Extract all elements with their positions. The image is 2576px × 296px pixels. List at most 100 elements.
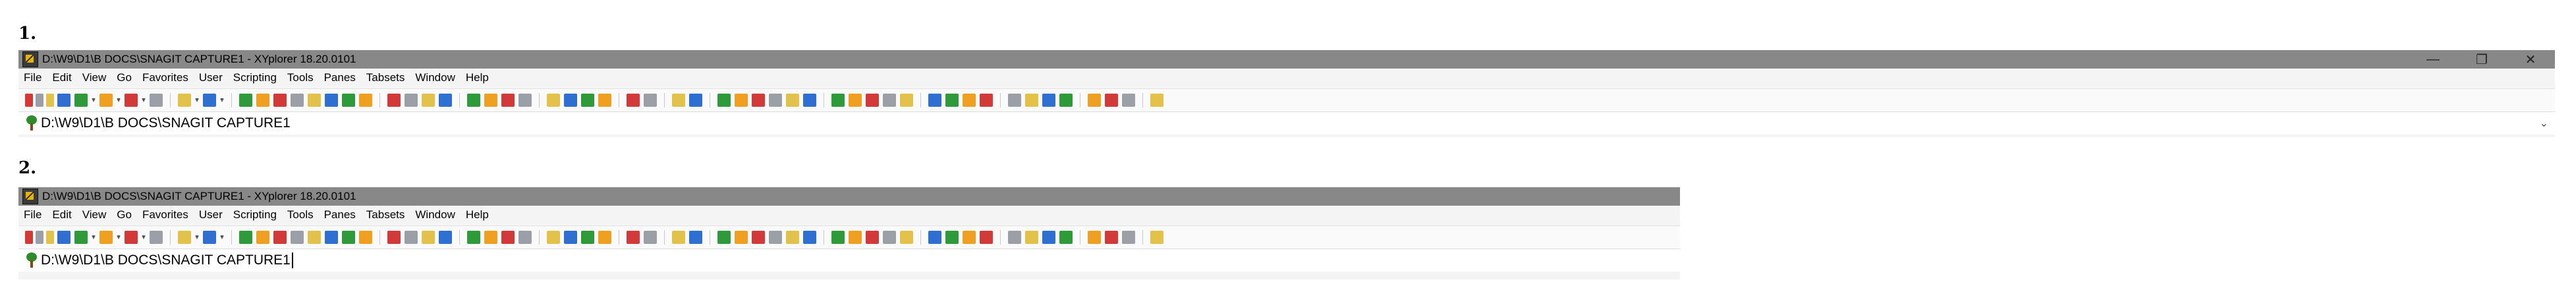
- search-icon[interactable]: [627, 94, 640, 107]
- title-bar[interactable]: D:\W9\D1\B DOCS\SNAGIT CAPTURE1 - XYplor…: [18, 187, 1680, 206]
- chevron-down-icon[interactable]: [117, 98, 121, 102]
- rename-icon[interactable]: [342, 94, 355, 107]
- menu-window[interactable]: Window: [410, 208, 460, 222]
- tag-icon[interactable]: [831, 231, 845, 244]
- thumbnails-icon[interactable]: [717, 94, 731, 107]
- monitor-icon[interactable]: [1025, 94, 1038, 107]
- menu-help[interactable]: Help: [461, 71, 494, 84]
- clipboard-icon[interactable]: [467, 231, 480, 244]
- menu-file[interactable]: File: [18, 208, 47, 222]
- menu-favorites[interactable]: Favorites: [137, 208, 194, 222]
- drive-c-icon[interactable]: [25, 231, 33, 244]
- dual-pane-icon[interactable]: [963, 94, 976, 107]
- info-a-icon[interactable]: [900, 231, 913, 244]
- menu-scripting[interactable]: Scripting: [228, 71, 282, 84]
- info-a-icon[interactable]: [900, 94, 913, 107]
- list-icon[interactable]: [501, 94, 515, 107]
- format-icon[interactable]: [803, 231, 816, 244]
- thumbnails-icon[interactable]: [717, 231, 731, 244]
- send-icon[interactable]: [849, 231, 862, 244]
- split-icon[interactable]: [980, 94, 993, 107]
- menu-window[interactable]: Window: [410, 71, 460, 84]
- move-icon[interactable]: [325, 231, 338, 244]
- copy-path-icon[interactable]: [239, 94, 252, 107]
- target-icon[interactable]: [291, 231, 304, 244]
- pane-list-icon[interactable]: [1008, 94, 1021, 107]
- menu-file[interactable]: File: [18, 71, 47, 84]
- xyplorer-app-icon[interactable]: [22, 51, 38, 67]
- target-icon[interactable]: [291, 94, 304, 107]
- move-icon[interactable]: [325, 94, 338, 107]
- chevron-down-icon[interactable]: [142, 235, 146, 239]
- pane-list-icon[interactable]: [1008, 231, 1021, 244]
- split-icon[interactable]: [980, 231, 993, 244]
- chevron-down-icon[interactable]: ⌄: [2540, 117, 2548, 130]
- info-b-icon[interactable]: [928, 94, 941, 107]
- delete-icon[interactable]: [359, 231, 372, 244]
- preview-icon[interactable]: [735, 94, 748, 107]
- layout-icon[interactable]: [1059, 231, 1073, 244]
- drive-h-icon[interactable]: [46, 231, 54, 244]
- rename-icon[interactable]: [342, 231, 355, 244]
- new-folder-icon[interactable]: [422, 231, 435, 244]
- forward-arrow-icon[interactable]: [99, 231, 113, 244]
- pyramid-icon[interactable]: [866, 231, 879, 244]
- chevron-down-icon[interactable]: [220, 235, 224, 239]
- info-b-icon[interactable]: [928, 231, 941, 244]
- menu-go[interactable]: Go: [111, 71, 137, 84]
- restore-button[interactable]: ❐: [2457, 50, 2506, 69]
- list-icon[interactable]: [501, 231, 515, 244]
- image-icon[interactable]: [752, 94, 765, 107]
- filter-icon[interactable]: [689, 231, 702, 244]
- menu-tools[interactable]: Tools: [282, 71, 319, 84]
- undo-icon[interactable]: [178, 94, 191, 107]
- audio-icon[interactable]: [769, 94, 782, 107]
- find-icon[interactable]: [387, 94, 401, 107]
- copy-icon[interactable]: [308, 231, 321, 244]
- favorite-star-icon[interactable]: [150, 231, 163, 244]
- tags-icon[interactable]: [1105, 94, 1118, 107]
- config-icon[interactable]: [1042, 94, 1055, 107]
- filter-icon[interactable]: [689, 94, 702, 107]
- up-arrow-icon[interactable]: [125, 94, 138, 107]
- forward-arrow-icon[interactable]: [99, 94, 113, 107]
- snapshot-icon[interactable]: [883, 94, 896, 107]
- color-filter-icon[interactable]: [598, 231, 611, 244]
- zoom-icon[interactable]: [644, 231, 657, 244]
- mirror-icon[interactable]: [581, 94, 594, 107]
- address-bar[interactable]: D:\W9\D1\B DOCS\SNAGIT CAPTURE1 ⌄: [18, 112, 2555, 134]
- new-folder-icon[interactable]: [422, 94, 435, 107]
- help-icon[interactable]: [1122, 94, 1135, 107]
- help-icon[interactable]: [1122, 231, 1135, 244]
- clipboard-icon[interactable]: [467, 94, 480, 107]
- new-file-icon[interactable]: [439, 231, 452, 244]
- chevron-down-icon[interactable]: [117, 235, 121, 239]
- copy-icon[interactable]: [308, 94, 321, 107]
- address-path[interactable]: D:\W9\D1\B DOCS\SNAGIT CAPTURE1: [41, 252, 293, 269]
- redo-icon[interactable]: [203, 231, 216, 244]
- tags-icon[interactable]: [1105, 231, 1118, 244]
- menu-user[interactable]: User: [194, 71, 228, 84]
- drive-d-icon[interactable]: [36, 94, 43, 107]
- menu-favorites[interactable]: Favorites: [137, 71, 194, 84]
- audio-icon[interactable]: [769, 231, 782, 244]
- tools-icon[interactable]: [672, 231, 685, 244]
- tree-icon[interactable]: [484, 94, 497, 107]
- menu-tabsets[interactable]: Tabsets: [361, 208, 410, 222]
- menu-tabsets[interactable]: Tabsets: [361, 71, 410, 84]
- new-path-icon[interactable]: [57, 94, 70, 107]
- redo-icon[interactable]: [203, 94, 216, 107]
- up-arrow-icon[interactable]: [125, 231, 138, 244]
- info-c-icon[interactable]: [945, 94, 959, 107]
- menu-edit[interactable]: Edit: [47, 71, 76, 84]
- menu-panes[interactable]: Panes: [319, 208, 361, 222]
- image-icon[interactable]: [752, 231, 765, 244]
- info-c-icon[interactable]: [945, 231, 959, 244]
- new-path-icon[interactable]: [57, 231, 70, 244]
- layout-icon[interactable]: [1059, 94, 1073, 107]
- copy-path-icon[interactable]: [239, 231, 252, 244]
- menu-tools[interactable]: Tools: [282, 208, 319, 222]
- drive-h-icon[interactable]: [46, 94, 54, 107]
- chevron-down-icon[interactable]: [195, 235, 199, 239]
- details-icon[interactable]: [518, 94, 532, 107]
